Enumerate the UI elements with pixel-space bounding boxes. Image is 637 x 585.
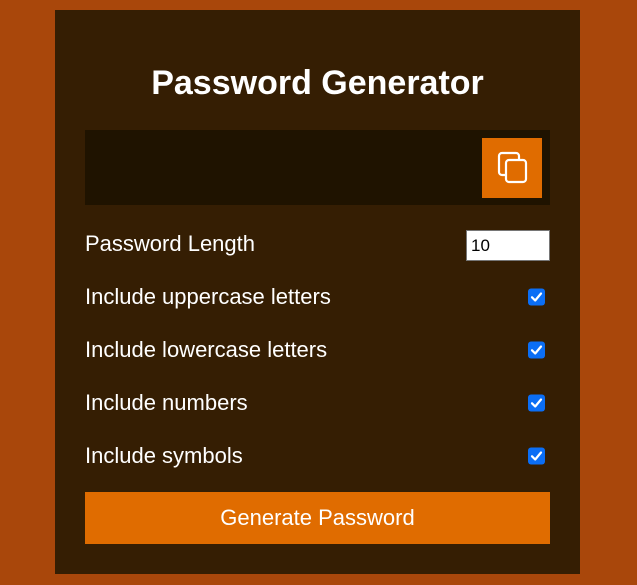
symbols-setting: Include symbols — [85, 436, 550, 476]
lowercase-checkbox[interactable] — [528, 341, 545, 359]
symbols-label: Include symbols — [85, 443, 243, 468]
lowercase-label: Include lowercase letters — [85, 337, 328, 362]
uppercase-label: Include uppercase letters — [85, 284, 331, 309]
numbers-label: Include numbers — [85, 390, 248, 415]
page-title: Password Generator — [151, 64, 484, 102]
checkmark-icon — [530, 292, 543, 302]
numbers-setting: Include numbers — [85, 383, 550, 423]
password-generator-card: Password Generator Password Length Inclu… — [55, 10, 580, 574]
length-label: Password Length — [85, 231, 255, 256]
copy-icon — [497, 151, 528, 184]
length-input[interactable] — [466, 230, 550, 261]
length-setting: Password Length — [85, 224, 550, 264]
copy-button[interactable] — [482, 138, 542, 198]
symbols-checkbox[interactable] — [528, 447, 545, 465]
lowercase-setting: Include lowercase letters — [85, 330, 550, 370]
checkmark-icon — [530, 398, 543, 408]
password-result-display — [85, 130, 550, 205]
numbers-checkbox[interactable] — [528, 394, 545, 412]
checkmark-icon — [530, 451, 543, 461]
uppercase-checkbox[interactable] — [528, 288, 545, 306]
checkmark-icon — [530, 345, 543, 355]
generate-password-button[interactable]: Generate Password — [85, 492, 550, 544]
uppercase-setting: Include uppercase letters — [85, 277, 550, 317]
